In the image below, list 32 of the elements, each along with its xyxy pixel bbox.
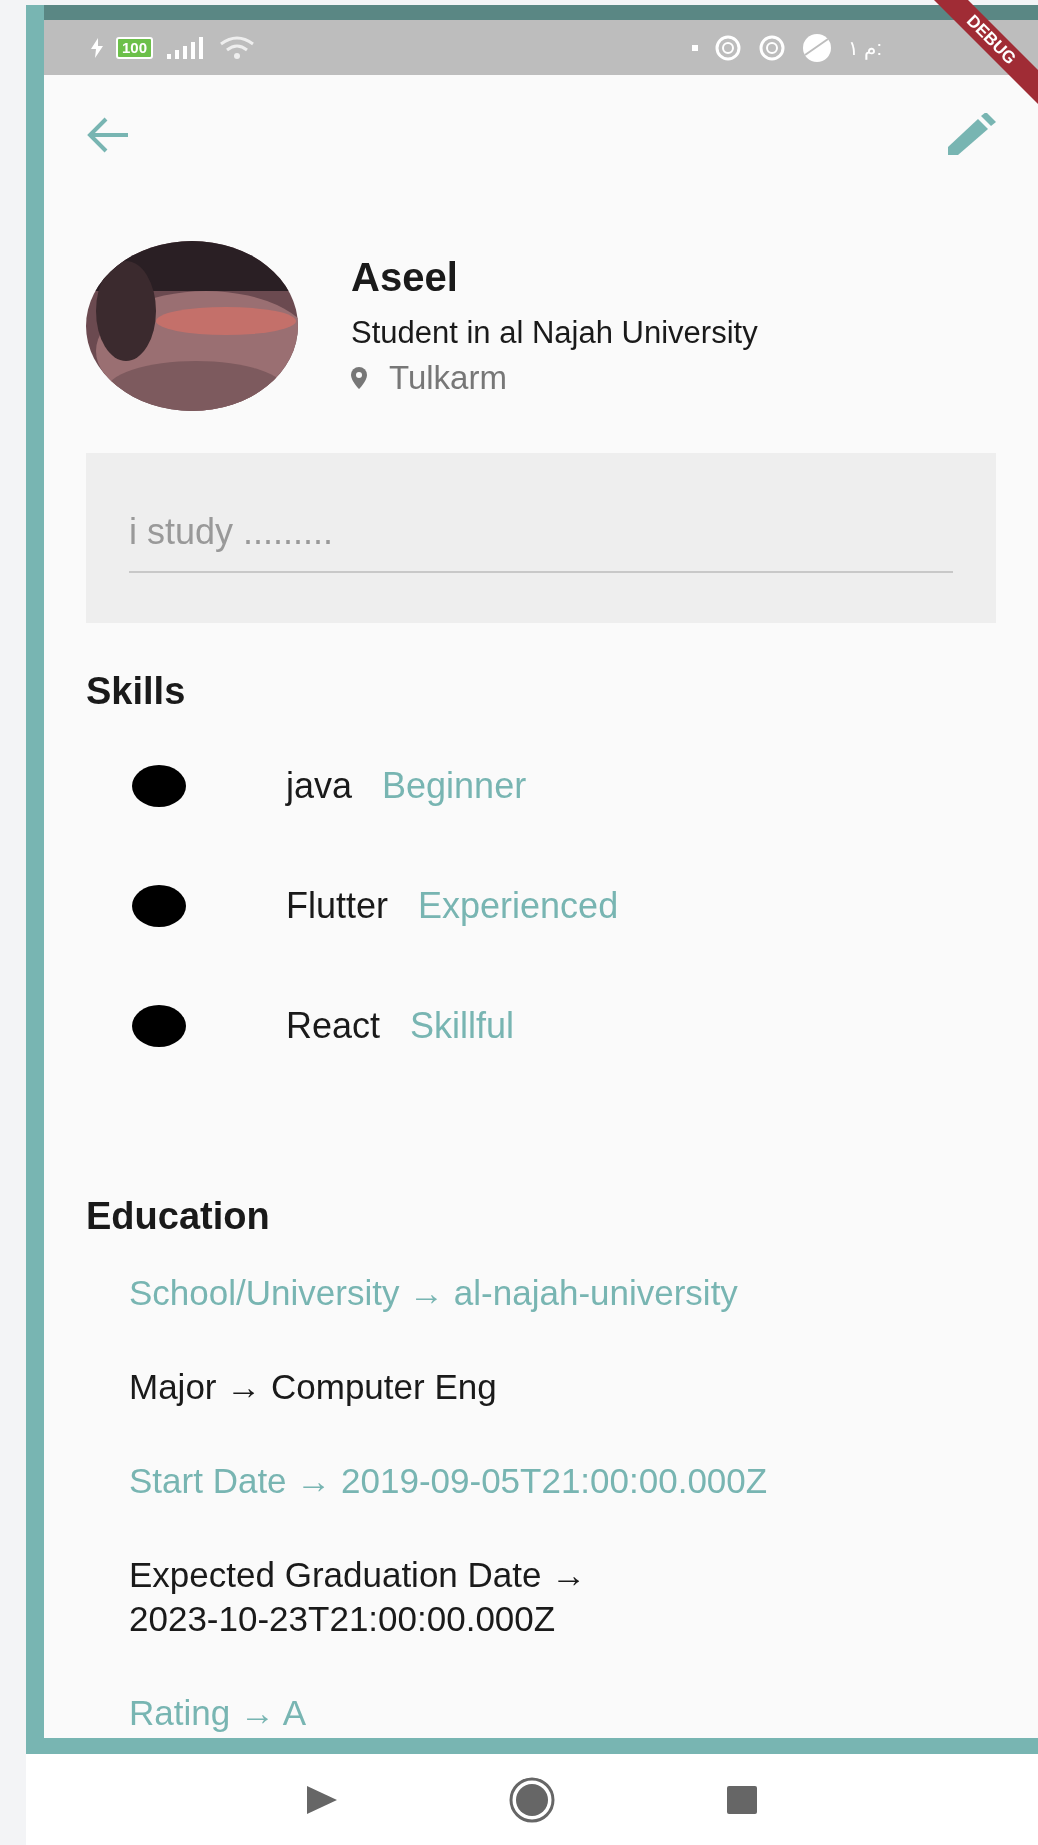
about-field[interactable]: i study .........: [86, 453, 996, 623]
skill-name: Flutter: [286, 884, 389, 928]
education-detail: Expected Graduation Date → 2023-10-23T21:00:00.000Z: [129, 1554, 588, 1640]
bullet-dot-icon: [132, 765, 186, 807]
text-input[interactable]: i study .........: [129, 505, 953, 573]
section-heading: Skills: [86, 669, 187, 714]
education-detail: Start Date → 2019-09-05T21:00:00.000Z: [129, 1460, 769, 1502]
clock-time: م ١:: [847, 35, 882, 62]
play-icon[interactable]: [306, 1784, 338, 1815]
location-pin-icon: [351, 367, 367, 389]
battery-level: 100: [116, 36, 154, 59]
home-circle-icon[interactable]: [508, 1775, 556, 1824]
location-text: Tulkarm: [389, 358, 507, 398]
circle-icon: [713, 33, 742, 62]
profile-headline: Student in al Najah University: [351, 314, 758, 352]
bullet-dot-icon: [132, 885, 186, 927]
skill-name: java: [286, 764, 353, 808]
bullet-dot-icon: [132, 1005, 186, 1047]
skill-level: Skillful: [410, 1004, 515, 1048]
skill-level: Beginner: [382, 764, 527, 808]
education-detail: Rating → A: [129, 1692, 308, 1734]
charging-icon: [90, 37, 104, 58]
stop-square-icon[interactable]: [726, 1784, 758, 1815]
education-detail: Major → Computer Eng: [129, 1366, 498, 1408]
skill-level: Experienced: [418, 884, 619, 928]
globe-icon: [801, 32, 832, 63]
circle-icon: [757, 33, 786, 62]
profile-name: Aseel: [351, 254, 459, 300]
education-detail: School/University → al-najah-university: [129, 1272, 739, 1314]
signal-icon: [165, 36, 206, 59]
skill-name: React: [286, 1004, 381, 1048]
section-heading: Education: [86, 1194, 271, 1239]
